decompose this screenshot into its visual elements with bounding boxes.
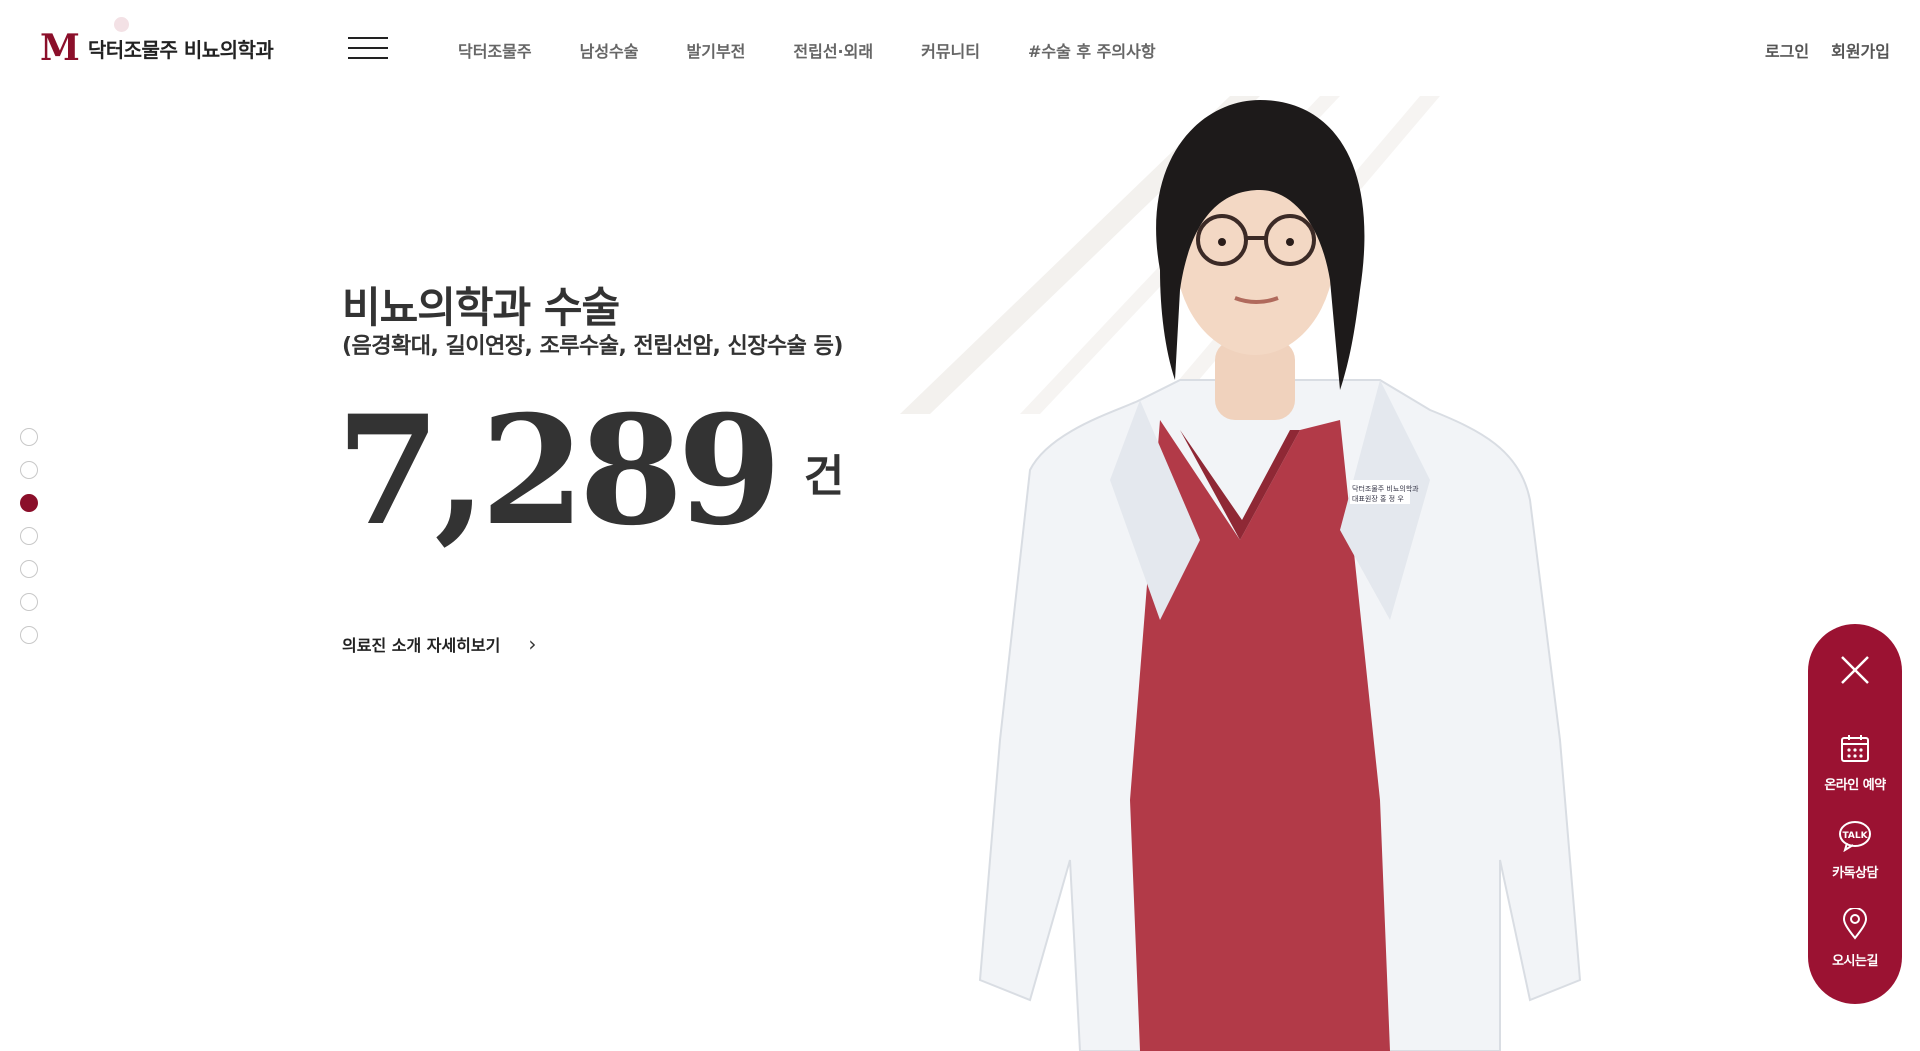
talk-badge: TALK (1842, 831, 1868, 841)
quick-menu-label: 온라인 예약 (1824, 778, 1886, 793)
nav-item-prostate[interactable]: 전립선·외래 (793, 38, 873, 62)
doctor-photo: 닥터조물주 비뇨의학과 대표원장 홍 정 우 (978, 100, 1582, 1051)
pagination-dot[interactable] (20, 527, 38, 545)
nav-item-post-surgery-notes[interactable]: #수술 후 주의사항 (1028, 38, 1156, 62)
pagination-dot[interactable] (20, 560, 38, 578)
hero-title: 비뇨의학과 수술 (342, 283, 620, 332)
pagination-dot[interactable] (20, 593, 38, 611)
location-pin-icon (1842, 907, 1868, 940)
section-pagination (20, 428, 38, 659)
doctor-badge-line1: 닥터조물주 비뇨의학과 (1352, 484, 1419, 493)
surgery-count: 7,289 건 (336, 396, 844, 546)
quick-menu-kakao-talk[interactable]: TALK 카독상담 (1808, 820, 1902, 881)
pagination-dot-active[interactable] (20, 494, 38, 512)
calendar-icon (1841, 735, 1869, 762)
talk-icon: TALK (1839, 821, 1871, 853)
doctor-detail-link[interactable]: 의료진 소개 자세히보기 › (342, 632, 536, 656)
quick-menu-directions[interactable]: 오시는길 (1808, 907, 1902, 969)
nav-item-community[interactable]: 커뮤니티 (921, 38, 980, 62)
login-link[interactable]: 로그인 (1765, 38, 1809, 62)
hamburger-menu-icon[interactable] (348, 37, 388, 61)
logo-text: 닥터조물주 비뇨의학과 (87, 37, 274, 62)
quick-menu-label: 카독상담 (1832, 866, 1878, 881)
header: M 닥터조물주 비뇨의학과 닥터조물주 남성수술 발기부전 전립선·외래 커뮤니… (0, 0, 1920, 96)
user-links: 로그인 회원가입 (1765, 38, 1890, 62)
logo[interactable]: M 닥터조물주 비뇨의학과 (40, 27, 274, 69)
surgery-count-number: 7,289 (336, 383, 782, 559)
pagination-dot[interactable] (20, 461, 38, 479)
doctor-detail-label: 의료진 소개 자세히보기 (342, 636, 501, 655)
nav-item-doctor-jomulju[interactable]: 닥터조물주 (458, 38, 532, 62)
surgery-count-unit: 건 (803, 451, 845, 502)
quick-menu-label: 오시는길 (1832, 954, 1878, 969)
hero-subtitle: (음경확대, 길이연장, 조루수술, 전립선암, 신장수술 등) (342, 334, 843, 359)
logo-mark: M (40, 27, 80, 69)
quick-menu-online-reservation[interactable]: 온라인 예약 (1808, 732, 1902, 793)
signup-link[interactable]: 회원가입 (1831, 38, 1890, 62)
nav-item-erectile-dysfunction[interactable]: 발기부전 (687, 38, 746, 62)
close-icon[interactable] (1839, 654, 1871, 686)
nav-item-male-surgery[interactable]: 남성수술 (580, 38, 639, 62)
chevron-right-icon: › (528, 632, 537, 656)
quick-menu: 온라인 예약 TALK 카독상담 오시는길 (1808, 624, 1902, 1004)
pagination-dot[interactable] (20, 428, 38, 446)
main-nav: 닥터조물주 남성수술 발기부전 전립선·외래 커뮤니티 #수술 후 주의사항 (458, 38, 1204, 62)
doctor-badge-line2: 대표원장 홍 정 우 (1352, 494, 1404, 503)
pagination-dot[interactable] (20, 626, 38, 644)
